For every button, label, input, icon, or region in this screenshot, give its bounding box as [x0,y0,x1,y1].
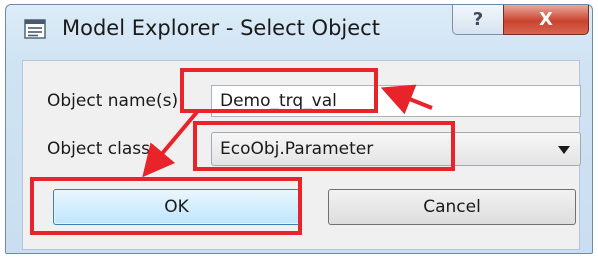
object-class-label: Object class: [47,139,156,159]
object-class-select[interactable]: EcoObj.Parameter [211,132,581,166]
title-bar[interactable]: Model Explorer - Select Object ? X [6,5,592,55]
ok-button-label: OK [164,197,189,217]
cancel-button-label: Cancel [423,197,481,217]
object-class-value: EcoObj.Parameter [220,139,374,159]
object-name-label: Object name(s): [47,91,184,111]
window-app-icon [24,19,46,39]
help-icon: ? [472,9,484,30]
dialog-body: Object name(s): Object class: EcoObj.Par… [22,60,581,250]
dialog-window: Model Explorer - Select Object ? X Objec… [5,4,593,254]
cancel-button[interactable]: Cancel [328,189,576,225]
close-button[interactable]: X [503,5,589,35]
object-name-input[interactable] [211,85,581,117]
close-icon: X [539,9,553,30]
chevron-down-icon[interactable] [558,146,570,154]
help-button[interactable]: ? [452,5,504,35]
window-title: Model Explorer - Select Object [62,16,380,40]
ok-button[interactable]: OK [53,189,300,225]
